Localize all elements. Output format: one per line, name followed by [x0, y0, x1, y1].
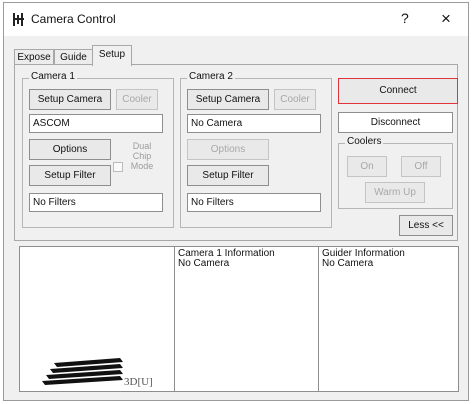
camera-control-app-icon	[13, 13, 25, 26]
coolers-group-title: Coolers	[345, 136, 384, 147]
camera-control-window: Camera Control ? × Expose Guide Setup Ca…	[3, 2, 469, 401]
camera2-filter-field[interactable]: No Filters	[187, 193, 321, 212]
camera1-setup-camera-button[interactable]: Setup Camera	[29, 89, 111, 110]
dual-chip-mode-label: Dual Chip Mode	[130, 141, 154, 171]
connect-button[interactable]: Connect	[338, 78, 458, 104]
tab-guide[interactable]: Guide	[54, 49, 93, 65]
camera1-info-value: No Camera	[178, 258, 230, 269]
setup-panel: Camera 1 Setup Camera Cooler ASCOM Optio…	[14, 64, 458, 241]
telescope-3d-icon	[42, 358, 123, 385]
cooler-off-button: Off	[401, 156, 441, 177]
tab-expose[interactable]: Expose	[14, 49, 54, 65]
help-button[interactable]: ?	[401, 10, 409, 26]
warm-up-button: Warm Up	[365, 182, 425, 203]
tab-setup[interactable]: Setup	[92, 45, 132, 66]
cooler-on-button: On	[347, 156, 387, 177]
camera2-group-title: Camera 2	[187, 71, 235, 82]
camera2-options-button: Options	[187, 139, 269, 160]
camera-3d-view: 3D[U]	[20, 247, 174, 391]
camera2-cooler-button: Cooler	[274, 89, 316, 110]
camera1-setup-filter-button[interactable]: Setup Filter	[29, 165, 111, 186]
info-area: 3D[U] Camera 1 Information No Camera Gui…	[19, 246, 459, 392]
camera1-options-button[interactable]: Options	[29, 139, 111, 160]
3d-view-label: 3D[U]	[124, 376, 153, 388]
camera1-filter-field[interactable]: No Filters	[29, 193, 163, 212]
camera1-group-title: Camera 1	[29, 71, 77, 82]
camera1-cooler-button: Cooler	[116, 89, 158, 110]
camera2-camera-field[interactable]: No Camera	[187, 114, 321, 133]
guider-info-value: No Camera	[322, 258, 374, 269]
camera1-info-pane: Camera 1 Information No Camera	[175, 247, 318, 391]
disconnect-button[interactable]: Disconnect	[338, 112, 453, 133]
guider-info-pane: Guider Information No Camera	[319, 247, 458, 391]
camera2-group: Camera 2 Setup Camera Cooler No Camera O…	[180, 71, 332, 228]
camera1-group: Camera 1 Setup Camera Cooler ASCOM Optio…	[22, 71, 174, 228]
camera2-setup-camera-button[interactable]: Setup Camera	[187, 89, 269, 110]
coolers-group: Coolers On Off Warm Up	[338, 136, 453, 209]
title-bar: Camera Control ? ×	[4, 3, 468, 36]
camera1-camera-field[interactable]: ASCOM	[29, 114, 163, 133]
less-button[interactable]: Less <<	[399, 215, 453, 236]
close-button[interactable]: ×	[441, 9, 451, 29]
camera2-setup-filter-button[interactable]: Setup Filter	[187, 165, 269, 186]
window-title: Camera Control	[31, 12, 116, 26]
dual-chip-mode-checkbox	[113, 162, 123, 172]
